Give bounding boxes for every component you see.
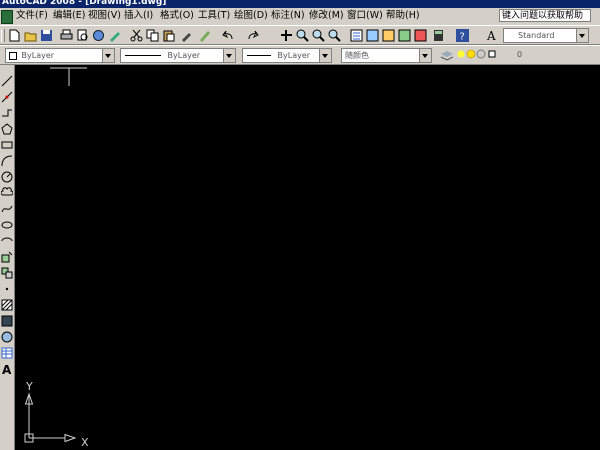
block-editor-icon[interactable]: [198, 29, 211, 42]
publish-icon[interactable]: [92, 29, 105, 42]
chevron-down-icon[interactable]: [319, 49, 331, 62]
text-style-select[interactable]: Standard: [503, 28, 589, 43]
menu-edit[interactable]: 编辑(E): [53, 9, 85, 23]
drawing-area[interactable]: Y X: [15, 65, 600, 450]
design-center-icon[interactable]: [366, 29, 379, 42]
undo-icon[interactable]: [222, 29, 235, 42]
polygon-icon[interactable]: [1, 123, 13, 135]
sheet-set-icon[interactable]: [398, 29, 411, 42]
make-block-icon[interactable]: [1, 267, 13, 279]
pan-icon[interactable]: [280, 29, 293, 42]
menu-help[interactable]: 帮助(H): [386, 9, 420, 23]
copy-icon[interactable]: [146, 29, 159, 42]
menu-bar: 文件(F) 编辑(E) 视图(V) 插入(I) 格式(O) 工具(T) 绘图(D…: [0, 8, 600, 25]
insert-block-icon[interactable]: [1, 251, 13, 263]
linetype-value: ByLayer: [167, 51, 201, 60]
plot-preview-icon[interactable]: [76, 29, 89, 42]
publish-web-icon[interactable]: [108, 29, 121, 42]
chevron-down-icon[interactable]: [419, 49, 431, 62]
line-sample-icon: [125, 55, 161, 56]
layer-select[interactable]: ByLayer: [5, 48, 115, 63]
hatch-icon[interactable]: [1, 299, 13, 311]
svg-text:A: A: [2, 363, 12, 375]
circle-icon[interactable]: [1, 171, 13, 183]
menu-tools[interactable]: 工具(T): [198, 9, 230, 23]
ucs-y-label: Y: [25, 380, 33, 393]
tool-palettes-icon[interactable]: [382, 29, 395, 42]
construction-line-icon[interactable]: [1, 91, 13, 103]
layer-manager-icon[interactable]: [440, 49, 453, 62]
text-style-value: Standard: [518, 31, 555, 40]
menu-draw[interactable]: 绘图(D): [234, 9, 268, 23]
paste-icon[interactable]: [162, 29, 175, 42]
layer-state-select[interactable]: 0: [456, 48, 522, 63]
current-layer-value: 0: [517, 50, 522, 59]
redo-icon[interactable]: [246, 29, 259, 42]
line-sample-icon: [247, 55, 271, 56]
menu-modify[interactable]: 修改(M): [309, 9, 344, 23]
ellipse-icon[interactable]: [1, 219, 13, 231]
color-swatch-icon: [9, 52, 17, 60]
color-value: 随颜色: [345, 51, 369, 60]
canvas-overlay: Y X: [24, 67, 89, 449]
ucs-icon: [24, 392, 77, 443]
svg-text:A: A: [486, 29, 496, 42]
title-bar: AutoCAD 2008 - [Drawing1.dwg]: [0, 0, 600, 8]
ucs-x-label: X: [81, 436, 89, 449]
lineweight-select[interactable]: ByLayer: [242, 48, 332, 63]
zoom-previous-icon[interactable]: [328, 29, 341, 42]
zoom-realtime-icon[interactable]: [296, 29, 309, 42]
color-select[interactable]: 随颜色: [341, 48, 432, 63]
line-icon[interactable]: [1, 75, 13, 87]
standard-toolbar: ? A Standard: [0, 25, 600, 45]
point-icon[interactable]: [1, 283, 13, 295]
revision-cloud-icon[interactable]: [1, 187, 13, 199]
open-folder-icon[interactable]: [24, 29, 37, 42]
spline-icon[interactable]: [1, 203, 13, 215]
rectangle-icon[interactable]: [1, 139, 13, 151]
help-icon[interactable]: ?: [456, 29, 469, 42]
window-title: AutoCAD 2008 - [Drawing1.dwg]: [2, 0, 167, 7]
markup-set-icon[interactable]: [414, 29, 427, 42]
region-icon[interactable]: [1, 331, 13, 343]
crosshair-cursor-icon: [50, 67, 87, 86]
menu-format[interactable]: 格式(O): [160, 9, 194, 23]
properties-icon[interactable]: [350, 29, 363, 42]
properties-toolbar: ByLayer ByLayer ByLayer 随颜色 0: [0, 45, 600, 65]
lineweight-value: ByLayer: [277, 51, 311, 60]
arc-icon[interactable]: [1, 155, 13, 167]
calculator-icon[interactable]: [432, 29, 445, 42]
menu-dimension[interactable]: 标注(N): [271, 9, 305, 23]
ellipse-arc-icon[interactable]: [1, 235, 13, 247]
new-file-icon[interactable]: [8, 29, 21, 42]
menu-view[interactable]: 视图(V): [88, 9, 121, 23]
multiline-text-icon[interactable]: A: [1, 363, 13, 375]
layer-value: ByLayer: [21, 51, 55, 60]
chevron-down-icon[interactable]: [223, 49, 235, 62]
table-icon[interactable]: [1, 347, 13, 359]
print-icon[interactable]: [60, 29, 73, 42]
cut-icon[interactable]: [130, 29, 143, 42]
draw-toolbar: A: [0, 65, 15, 450]
save-icon[interactable]: [40, 29, 53, 42]
toolbar-grip[interactable]: [1, 29, 5, 42]
menu-file[interactable]: 文件(F): [16, 9, 48, 23]
linetype-select[interactable]: ByLayer: [120, 48, 236, 63]
svg-text:?: ?: [460, 32, 465, 43]
layer-state-icons: [457, 49, 496, 59]
polyline-icon[interactable]: [1, 107, 13, 119]
match-properties-icon[interactable]: [180, 29, 193, 42]
zoom-window-icon[interactable]: [312, 29, 325, 42]
app-icon[interactable]: [1, 10, 13, 24]
menu-insert[interactable]: 插入(I): [124, 9, 153, 23]
gradient-icon[interactable]: [1, 315, 13, 327]
chevron-down-icon[interactable]: [576, 29, 588, 42]
chevron-down-icon[interactable]: [102, 49, 114, 62]
help-search-input[interactable]: 键入问题以获取帮助: [499, 9, 591, 22]
menu-window[interactable]: 窗口(W): [347, 9, 383, 23]
text-style-icon[interactable]: A: [486, 29, 499, 42]
